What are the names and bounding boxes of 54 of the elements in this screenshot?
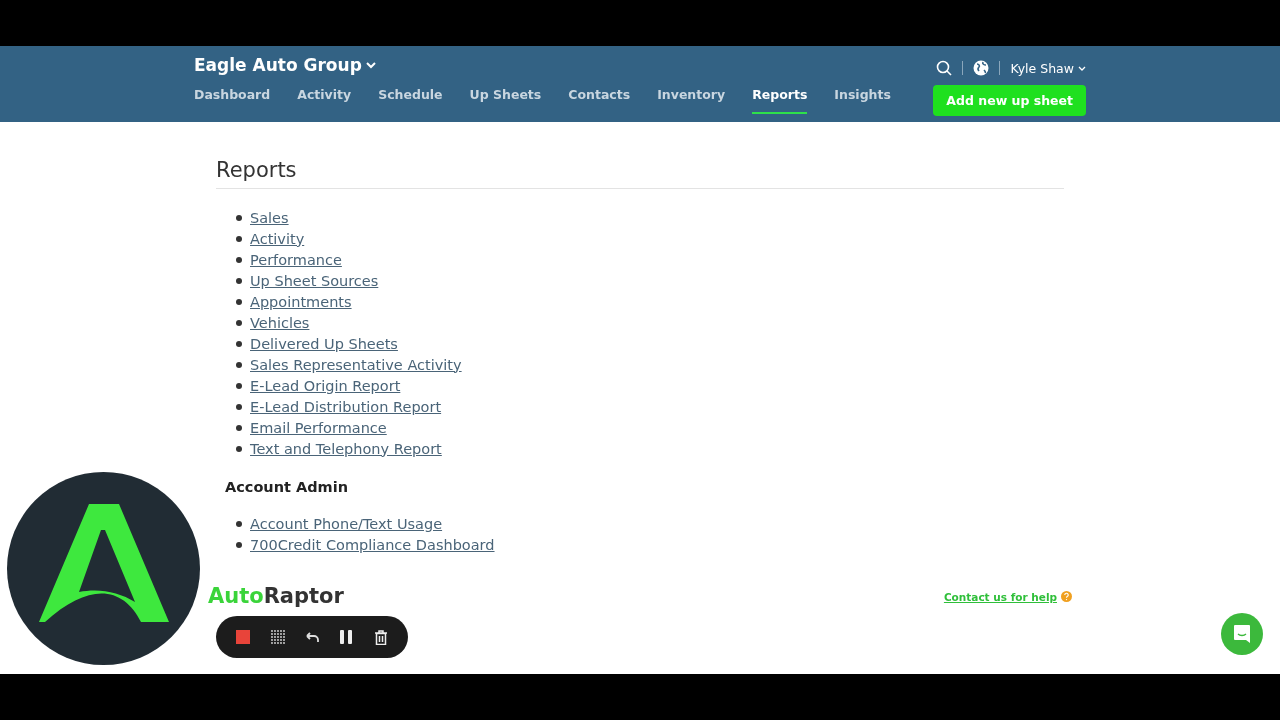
report-link[interactable]: E-Lead Distribution Report bbox=[250, 398, 442, 415]
report-link[interactable]: Sales bbox=[250, 209, 289, 226]
bullet bbox=[236, 382, 242, 389]
report-link[interactable]: Appointments bbox=[250, 293, 352, 310]
report-link[interactable]: Activity bbox=[250, 230, 305, 247]
bullet bbox=[236, 445, 242, 452]
logo-avatar-icon bbox=[7, 472, 200, 665]
nav-tab[interactable]: Inventory bbox=[657, 87, 726, 114]
report-link[interactable]: Account Phone/Text Usage bbox=[250, 515, 443, 532]
org-switcher[interactable]: Eagle Auto Group bbox=[194, 55, 918, 75]
page-title: Reports bbox=[216, 158, 1064, 189]
nav-tab[interactable]: Reports bbox=[752, 87, 808, 114]
report-link[interactable]: Delivered Up Sheets bbox=[250, 335, 398, 352]
report-link[interactable]: Text and Telephony Report bbox=[250, 440, 442, 457]
dots-icon bbox=[270, 630, 285, 644]
nav-tab[interactable]: Up Sheets bbox=[469, 87, 542, 114]
nav-tab[interactable]: Schedule bbox=[378, 87, 443, 114]
bullet bbox=[236, 235, 242, 242]
bullet bbox=[236, 424, 242, 431]
nav-tab[interactable]: Contacts bbox=[568, 87, 631, 114]
report-link[interactable]: E-Lead Origin Report bbox=[250, 377, 401, 394]
report-link[interactable]: Sales Representative Activity bbox=[250, 356, 462, 373]
chevron-icon bbox=[365, 61, 376, 69]
bullet bbox=[236, 520, 242, 527]
search-icon[interactable] bbox=[936, 60, 953, 76]
trash-icon bbox=[374, 629, 387, 645]
bullet bbox=[236, 541, 242, 548]
chevron-icon bbox=[1078, 65, 1086, 71]
nav-tab[interactable]: Insights bbox=[834, 87, 891, 114]
bullet bbox=[236, 277, 242, 284]
nav-tab[interactable]: Dashboard bbox=[194, 87, 271, 114]
brand-logo: AutoRaptor bbox=[208, 585, 344, 609]
stop-icon bbox=[236, 630, 251, 644]
report-link[interactable]: Up Sheet Sources bbox=[250, 272, 379, 289]
report-link[interactable]: 700Credit Compliance Dashboard bbox=[250, 536, 495, 553]
bullet bbox=[236, 298, 242, 305]
undo-icon bbox=[304, 631, 319, 643]
bullet bbox=[236, 340, 242, 347]
user-menu[interactable]: Kyle Shaw bbox=[1010, 60, 1086, 76]
pause-icon bbox=[340, 630, 353, 644]
bullet bbox=[236, 403, 242, 410]
section-heading: Account Admin bbox=[225, 479, 349, 495]
bullet bbox=[236, 319, 242, 326]
report-link[interactable]: Email Performance bbox=[250, 419, 387, 436]
globe-icon[interactable] bbox=[973, 60, 990, 76]
chat-icon bbox=[1233, 624, 1251, 644]
report-link[interactable]: Performance bbox=[250, 251, 342, 268]
help-icon bbox=[1061, 591, 1072, 603]
chat-button[interactable] bbox=[1221, 613, 1263, 655]
report-link[interactable]: Vehicles bbox=[250, 314, 310, 331]
bullet bbox=[236, 256, 242, 263]
bullet bbox=[236, 361, 242, 368]
bullet bbox=[236, 214, 242, 221]
nav-tab[interactable]: Activity bbox=[297, 87, 352, 114]
